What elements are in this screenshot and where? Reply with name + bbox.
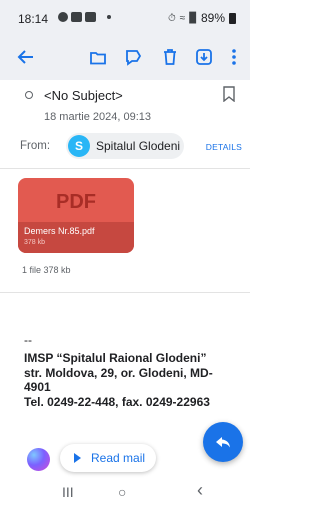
read-mail-label: Read mail xyxy=(91,451,146,465)
more-notifications-icon xyxy=(107,15,111,19)
signature-line: str. Moldova, 29, or. Glodeni, MD- xyxy=(24,365,213,380)
back-arrow-icon[interactable] xyxy=(16,47,36,67)
alarm-icon: ⏱ xyxy=(167,12,176,24)
folder-move-icon[interactable] xyxy=(88,47,108,67)
email-toolbar xyxy=(0,34,250,80)
wifi-icon: ≈ xyxy=(179,12,186,24)
battery-icon xyxy=(229,12,236,24)
details-link[interactable]: DETAILS xyxy=(206,142,242,152)
avatar: S xyxy=(68,135,90,157)
status-system-icons: ⏱ ≈ ▉ 89% xyxy=(168,11,236,25)
email-signature: IMSP “Spitalul Raional Glodeni” str. Mol… xyxy=(24,351,250,409)
email-date: 18 martie 2024, 09:13 xyxy=(44,111,152,123)
notification-icon xyxy=(71,12,82,22)
download-icon[interactable] xyxy=(194,47,214,67)
signature-line: 4901 xyxy=(24,380,51,394)
divider xyxy=(0,168,250,169)
back-button[interactable]: ‹ xyxy=(197,480,203,501)
signal-icon: ▉ xyxy=(189,12,197,24)
home-button[interactable]: ○ xyxy=(118,484,126,500)
attachment-summary: 1 file 378 kb xyxy=(22,265,71,275)
system-nav-bar: III ○ ‹ xyxy=(0,478,250,506)
play-icon xyxy=(74,453,81,463)
notification-icon xyxy=(85,12,96,22)
status-notification-icons xyxy=(58,12,111,22)
signature-line: IMSP “Spitalul Raional Glodeni” xyxy=(24,351,207,365)
email-subject: <No Subject> xyxy=(44,88,123,103)
select-radio[interactable] xyxy=(25,91,33,99)
attachment-file-size: 378 kb xyxy=(24,239,46,246)
attachment-info: Demers Nr.85.pdf 378 kb xyxy=(18,222,134,253)
status-bar: 18:14 ⏱ ≈ ▉ 89% xyxy=(0,0,250,34)
recents-button[interactable]: III xyxy=(62,484,74,500)
bookmark-icon[interactable] xyxy=(222,86,236,103)
status-time: 18:14 xyxy=(18,12,49,26)
pdf-attachment[interactable]: PDF Demers Nr.85.pdf 378 kb xyxy=(18,178,134,253)
pdf-type-label: PDF xyxy=(56,191,96,213)
signature-line: Tel. 0249-22-448, fax. 0249-22963 xyxy=(24,394,210,409)
reply-icon xyxy=(216,437,230,448)
reply-button[interactable] xyxy=(203,422,243,462)
signature-separator: -- xyxy=(24,333,32,347)
attachment-file-name: Demers Nr.85.pdf xyxy=(24,226,95,236)
more-icon[interactable] xyxy=(230,47,238,67)
battery-percent: 89% xyxy=(200,11,225,25)
read-mail-button[interactable]: Read mail xyxy=(60,444,156,472)
label-icon[interactable] xyxy=(123,47,143,67)
divider xyxy=(0,292,250,293)
sender-chip[interactable]: S Spitalul Glodeni xyxy=(66,133,184,159)
trash-icon[interactable] xyxy=(160,47,180,67)
from-label: From: xyxy=(20,140,51,152)
assistant-icon[interactable] xyxy=(27,448,50,471)
notification-icon xyxy=(58,12,68,22)
sender-name: Spitalul Glodeni xyxy=(96,139,181,153)
